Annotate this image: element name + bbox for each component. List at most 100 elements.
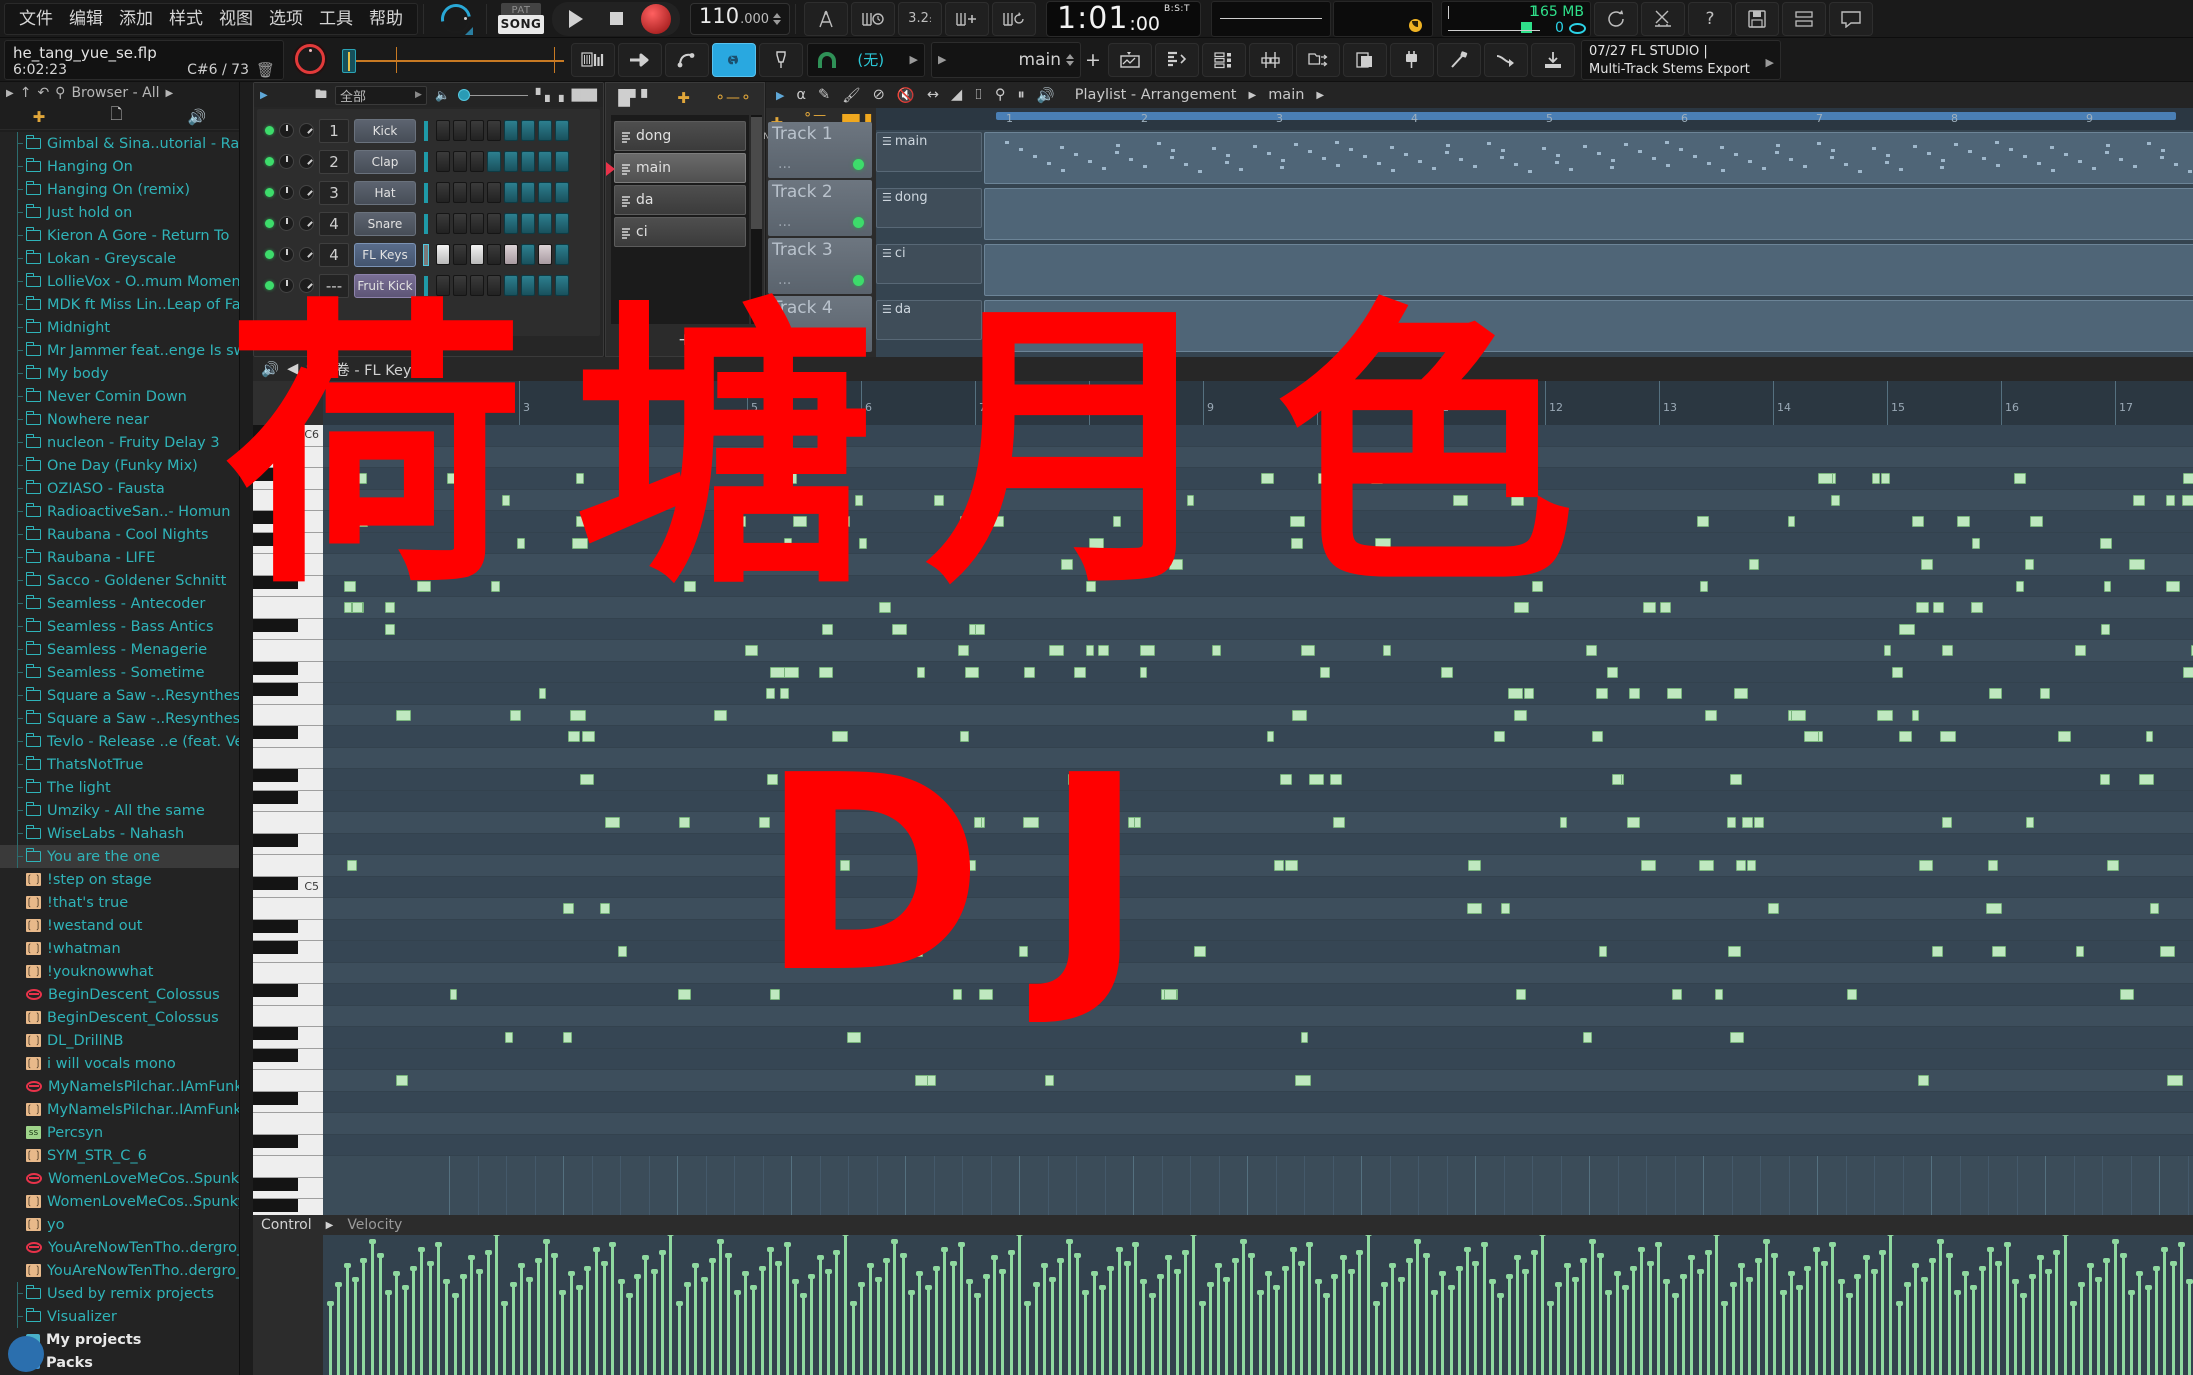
- piano-roll-note[interactable]: [934, 494, 944, 506]
- velocity-bar[interactable]: [2096, 1281, 2100, 1375]
- paint-icon[interactable]: 🖌: [842, 87, 860, 104]
- piano-roll-note[interactable]: [1627, 817, 1640, 828]
- velocity-bar[interactable]: [1781, 1294, 1785, 1375]
- velocity-bar[interactable]: [453, 1297, 457, 1375]
- velocity-handle[interactable]: [443, 1279, 451, 1284]
- piano-roll-note[interactable]: [1916, 602, 1929, 613]
- velocity-handle[interactable]: [2045, 1269, 2053, 1274]
- piano-key[interactable]: C6: [253, 425, 323, 447]
- browser-item[interactable]: Hanging On: [0, 155, 239, 178]
- piano-roll-note[interactable]: [1749, 559, 1759, 570]
- waveform-icon[interactable]: ✚: [677, 89, 690, 107]
- velocity-bar[interactable]: [528, 1281, 532, 1375]
- piano-roll-note[interactable]: [568, 731, 580, 742]
- playlist-clip-tag[interactable]: ☰ dong: [876, 188, 982, 228]
- piano-roll-note[interactable]: [1467, 903, 1482, 914]
- velocity-bar[interactable]: [1657, 1246, 1660, 1375]
- velocity-handle[interactable]: [1223, 1277, 1231, 1282]
- piano-roll-note[interactable]: [505, 1032, 513, 1043]
- step-button[interactable]: [470, 182, 484, 203]
- piano-roll-note[interactable]: [1912, 516, 1924, 527]
- piano-roll-note[interactable]: [563, 903, 574, 914]
- help-icon[interactable]: ?: [1687, 1, 1732, 36]
- velocity-handle[interactable]: [949, 1261, 957, 1266]
- velocity-bar[interactable]: [387, 1294, 391, 1375]
- playlist-clip[interactable]: [984, 244, 2193, 296]
- velocity-bar[interactable]: [968, 1283, 972, 1375]
- velocity-handle[interactable]: [766, 1247, 774, 1252]
- channel-level-bar[interactable]: [424, 213, 428, 234]
- velocity-bar[interactable]: [885, 1262, 889, 1375]
- pattern-item[interactable]: main: [606, 153, 746, 183]
- velocity-handle[interactable]: [1098, 1285, 1106, 1290]
- velocity-handle[interactable]: [1489, 1279, 1496, 1284]
- step-button[interactable]: [453, 120, 467, 141]
- piano-roll-note[interactable]: [960, 731, 969, 742]
- piano-roll-note[interactable]: [759, 817, 770, 828]
- channel-name-button[interactable]: Snare: [354, 211, 416, 236]
- velocity-handle[interactable]: [2186, 1279, 2193, 1284]
- piano-key-black[interactable]: [253, 425, 298, 438]
- velocity-editor[interactable]: [323, 1235, 2193, 1375]
- velocity-bar[interactable]: [1134, 1246, 1138, 1375]
- browser-item[interactable]: ThatsNotTrue: [0, 753, 239, 776]
- piano-key[interactable]: [253, 597, 323, 619]
- channel-level-bar[interactable]: [424, 182, 428, 203]
- velocity-handle[interactable]: [2119, 1253, 2127, 1258]
- piano-roll-note[interactable]: [1641, 860, 1656, 871]
- piano-roll-note[interactable]: [1734, 688, 1748, 699]
- browser-item[interactable]: Seamless - Sometime: [0, 661, 239, 684]
- velocity-handle[interactable]: [1879, 1250, 1887, 1255]
- velocity-handle[interactable]: [1090, 1271, 1098, 1276]
- velocity-handle[interactable]: [1173, 1269, 1181, 1274]
- piano-roll-note[interactable]: [975, 623, 985, 635]
- piano-roll-note[interactable]: [1090, 559, 1101, 570]
- velocity-bar[interactable]: [1491, 1283, 1494, 1375]
- velocity-handle[interactable]: [683, 1282, 691, 1287]
- step-button[interactable]: [436, 275, 450, 296]
- expand-icon[interactable]: ▶: [260, 90, 268, 101]
- velocity-handle[interactable]: [2169, 1261, 2177, 1266]
- velocity-bar[interactable]: [412, 1270, 415, 1375]
- velocity-handle[interactable]: [360, 1258, 368, 1263]
- velocity-bar[interactable]: [1316, 1283, 1320, 1375]
- velocity-handle[interactable]: [426, 1261, 434, 1266]
- velocity-bar[interactable]: [362, 1262, 366, 1375]
- velocity-handle[interactable]: [1240, 1239, 1247, 1244]
- velocity-bar[interactable]: [1009, 1254, 1013, 1375]
- add-pattern-button[interactable]: +: [1081, 42, 1105, 78]
- velocity-bar[interactable]: [561, 1294, 565, 1375]
- pattern-list[interactable]: dong main da ci: [606, 115, 749, 324]
- velocity-bar[interactable]: [569, 1275, 573, 1375]
- piano-roll-note[interactable]: [344, 580, 356, 592]
- velocity-handle[interactable]: [659, 1250, 666, 1255]
- velocity-bar[interactable]: [1042, 1267, 1046, 1375]
- piano-roll-note[interactable]: [1788, 516, 1795, 527]
- velocity-handle[interactable]: [1920, 1277, 1928, 1282]
- velocity-bar[interactable]: [378, 1257, 382, 1375]
- channel-mixer-number[interactable]: 3: [319, 180, 349, 205]
- velocity-bar[interactable]: [901, 1257, 905, 1375]
- browser-item[interactable]: Nowhere near: [0, 408, 239, 431]
- speaker-icon[interactable]: 🔊: [1037, 87, 1055, 104]
- snap-selector[interactable]: (无) ▶: [807, 42, 925, 77]
- graph-editor-icon[interactable]: ▘▖▗: [536, 88, 564, 102]
- velocity-handle[interactable]: [725, 1253, 733, 1258]
- piano-roll-note[interactable]: [855, 494, 863, 506]
- velocity-bar[interactable]: [1773, 1257, 1777, 1375]
- piano-roll-note[interactable]: [582, 731, 595, 742]
- piano-roll-note[interactable]: [1992, 946, 2006, 957]
- velocity-handle[interactable]: [667, 1235, 675, 1236]
- piano-roll-note[interactable]: [1699, 860, 1714, 871]
- browser-item[interactable]: One Day (Funky Mix): [0, 454, 239, 477]
- up-icon[interactable]: ↑: [20, 85, 32, 101]
- piano-roll-note[interactable]: [2139, 774, 2154, 785]
- piano-roll-note[interactable]: [1318, 473, 1330, 484]
- velocity-bar[interactable]: [1358, 1254, 1362, 1375]
- browser-item[interactable]: The light: [0, 776, 239, 799]
- velocity-bar[interactable]: [1349, 1273, 1353, 1375]
- channel-row[interactable]: 4 FL Keys: [257, 239, 600, 270]
- channel-pan-knob[interactable]: [299, 185, 314, 200]
- velocity-handle[interactable]: [534, 1258, 542, 1263]
- velocity-handle[interactable]: [1231, 1258, 1239, 1263]
